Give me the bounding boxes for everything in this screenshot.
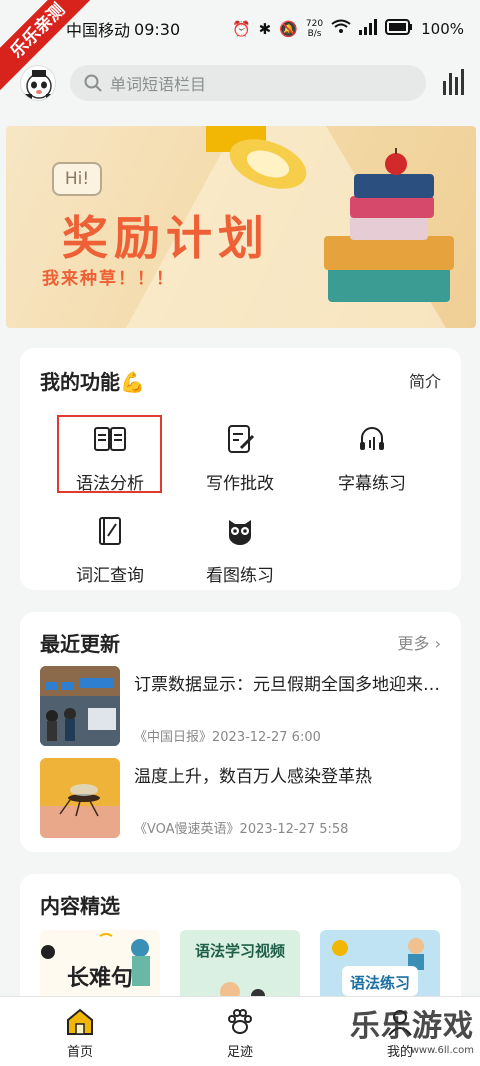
alarm-icon: ⏰: [231, 20, 251, 38]
intro-link[interactable]: 简介: [409, 368, 441, 392]
news-item[interactable]: 订票数据显示：元旦假期全国多地迎来出游潮 《中国日报》2023-12-27 6:…: [40, 666, 440, 748]
search-icon: [84, 74, 102, 92]
function-label: 写作批改: [206, 474, 274, 494]
panda-avatar-icon: [25, 70, 53, 100]
net-speed: 720 B/s: [305, 19, 324, 39]
search-placeholder: 单词短语栏目: [110, 75, 207, 94]
watermark: 乐乐游戏 www.6ll.com: [350, 1009, 474, 1056]
function-writing-correction[interactable]: 写作批改: [180, 424, 300, 494]
wifi-icon: [331, 19, 351, 39]
news-title: 订票数据显示：元旦假期全国多地迎来出游潮: [134, 675, 440, 695]
recent-title: 最近更新: [40, 632, 120, 656]
news-title: 温度上升，数百万人感染登革热: [134, 767, 372, 787]
functions-card: 我的功能💪 简介 语法分析 写作批改 字幕练习 词汇查询 看图练习: [20, 348, 461, 590]
nav-label: 首页: [66, 1045, 93, 1060]
bluetooth-icon: ✱: [258, 20, 272, 38]
avatar[interactable]: [20, 65, 56, 101]
signal-icon: [359, 19, 378, 39]
banner-subtitle: 我来种草！！！: [42, 269, 175, 289]
news-meta: 《VOA慢速英语》2023-12-27 5:58: [134, 822, 349, 837]
book-open-icon: [94, 427, 126, 451]
nav-label: 足迹: [226, 1045, 253, 1060]
home-icon: [67, 1008, 93, 1035]
stats-icon[interactable]: [442, 67, 466, 99]
function-label: 语法分析: [76, 474, 144, 494]
edit-doc-icon: [228, 425, 255, 453]
status-time: 09:30: [134, 19, 181, 39]
dictionary-icon: [99, 517, 121, 545]
function-picture-practice[interactable]: 看图练习: [180, 516, 300, 586]
function-vocab-lookup[interactable]: 词汇查询: [50, 516, 170, 586]
pick-label: 长难句: [66, 966, 133, 991]
functions-title: 我的功能💪: [40, 370, 145, 394]
banner-title: 奖励计划: [62, 211, 270, 265]
picks-title: 内容精选: [40, 894, 120, 918]
function-subtitle-practice[interactable]: 字幕练习: [312, 424, 432, 494]
nav-home[interactable]: 首页: [40, 1007, 120, 1060]
owl-icon: [229, 520, 251, 545]
battery-icon: [385, 19, 413, 39]
carrier-label: 中国移动: [66, 21, 131, 40]
search-bar[interactable]: 单词短语栏目: [70, 65, 426, 101]
function-label: 看图练习: [206, 566, 274, 586]
app-header: 单词短语栏目: [0, 58, 480, 108]
paw-icon: [228, 1009, 252, 1034]
news-item[interactable]: 温度上升，数百万人感染登革热 《VOA慢速英语》2023-12-27 5:58: [40, 758, 440, 840]
recent-card: 最近更新 更多 › 订票数据显示：元旦假期全国多地迎来出游潮 《中国日报》202…: [20, 612, 461, 852]
news-meta: 《中国日报》2023-12-27 6:00: [134, 730, 321, 745]
function-label: 词汇查询: [76, 566, 144, 586]
more-link[interactable]: 更多 ›: [398, 630, 442, 654]
promo-banner[interactable]: Hi! 奖励计划 我来种草！！！: [6, 126, 476, 328]
nav-footprints[interactable]: 足迹: [200, 1007, 280, 1060]
mute-icon: 🔕: [279, 20, 298, 38]
pick-label: 语法练习: [349, 974, 410, 992]
headphones-icon: [360, 427, 384, 450]
news-thumbnail: [40, 758, 120, 838]
hi-bubble: Hi!: [52, 162, 102, 196]
function-label: 字幕练习: [338, 474, 406, 494]
battery-percent: 100%: [421, 20, 464, 38]
function-grammar-analysis[interactable]: 语法分析: [50, 424, 170, 494]
news-thumbnail: [40, 666, 120, 746]
